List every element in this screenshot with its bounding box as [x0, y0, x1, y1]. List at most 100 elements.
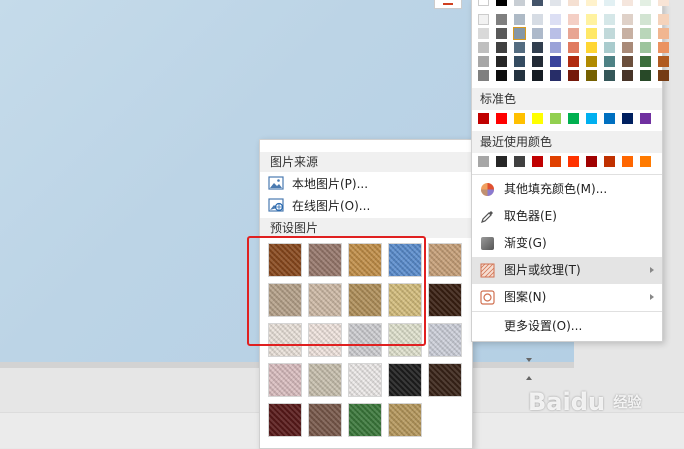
theme-color-swatch[interactable] [478, 56, 489, 67]
theme-color-swatch[interactable] [658, 0, 669, 6]
texture-swatch[interactable] [348, 363, 382, 397]
theme-color-swatch[interactable] [532, 56, 543, 67]
theme-color-swatch[interactable] [622, 70, 633, 81]
theme-color-swatch[interactable] [532, 0, 543, 6]
theme-color-swatch[interactable] [514, 42, 525, 53]
theme-color-swatch[interactable] [622, 56, 633, 67]
theme-color-swatch[interactable] [514, 0, 525, 6]
toolbar-icon-fragment[interactable] [434, 0, 462, 9]
recent-color-swatch[interactable] [496, 156, 507, 167]
recent-color-swatch[interactable] [586, 156, 597, 167]
standard-color-swatch[interactable] [622, 113, 633, 124]
theme-color-swatch[interactable] [532, 70, 543, 81]
theme-color-swatch[interactable] [550, 56, 561, 67]
standard-color-swatch[interactable] [604, 113, 615, 124]
theme-color-swatch[interactable] [550, 14, 561, 25]
theme-color-swatch[interactable] [568, 0, 579, 6]
recent-color-swatch[interactable] [532, 156, 543, 167]
theme-color-swatch[interactable] [586, 56, 597, 67]
theme-color-swatch[interactable] [658, 70, 669, 81]
theme-color-swatch[interactable] [532, 28, 543, 39]
recent-color-swatch[interactable] [568, 156, 579, 167]
texture-swatch[interactable] [348, 403, 382, 437]
theme-color-swatch[interactable] [622, 28, 633, 39]
theme-color-swatch[interactable] [622, 14, 633, 25]
theme-color-swatch[interactable] [496, 14, 507, 25]
standard-color-swatch[interactable] [640, 113, 651, 124]
theme-color-swatch[interactable] [478, 0, 489, 6]
theme-color-swatch[interactable] [658, 56, 669, 67]
theme-color-swatch[interactable] [514, 14, 525, 25]
theme-color-swatch[interactable] [586, 0, 597, 6]
theme-color-swatch[interactable] [658, 14, 669, 25]
theme-color-swatch[interactable] [496, 0, 507, 6]
recent-color-swatch[interactable] [604, 156, 615, 167]
local-picture-item[interactable]: 本地图片(P)... [260, 173, 472, 195]
theme-color-swatch[interactable] [568, 42, 579, 53]
standard-color-swatch[interactable] [586, 113, 597, 124]
theme-color-swatch[interactable] [478, 70, 489, 81]
standard-color-swatch[interactable] [496, 113, 507, 124]
theme-color-swatch[interactable] [478, 14, 489, 25]
theme-color-swatch[interactable] [604, 14, 615, 25]
recent-color-swatch[interactable] [478, 156, 489, 167]
theme-color-swatch[interactable] [658, 28, 669, 39]
theme-color-swatch[interactable] [532, 14, 543, 25]
theme-color-swatch[interactable] [622, 0, 633, 6]
picture-or-texture-item[interactable]: 图片或纹理(T) [472, 257, 662, 284]
theme-color-swatch[interactable] [550, 28, 561, 39]
standard-color-swatch[interactable] [550, 113, 561, 124]
theme-color-swatch[interactable] [496, 56, 507, 67]
standard-color-swatch[interactable] [568, 113, 579, 124]
theme-color-swatch[interactable] [514, 70, 525, 81]
theme-color-swatch[interactable] [604, 0, 615, 6]
recent-color-swatch[interactable] [550, 156, 561, 167]
theme-color-swatch[interactable] [496, 28, 507, 39]
texture-swatch[interactable] [428, 363, 462, 397]
texture-swatch[interactable] [308, 403, 342, 437]
theme-color-swatch[interactable] [550, 70, 561, 81]
standard-color-swatch[interactable] [478, 113, 489, 124]
theme-color-swatch[interactable] [640, 70, 651, 81]
theme-color-swatch[interactable] [640, 28, 651, 39]
theme-color-swatch[interactable] [568, 28, 579, 39]
texture-swatch[interactable] [308, 363, 342, 397]
pattern-item[interactable]: 图案(N) [472, 284, 662, 311]
scroll-down-arrow-icon[interactable] [526, 358, 532, 362]
more-fill-colors-item[interactable]: 其他填充颜色(M)... [472, 176, 662, 203]
theme-color-swatch[interactable] [550, 42, 561, 53]
recent-color-swatch[interactable] [640, 156, 651, 167]
theme-color-swatch[interactable] [568, 70, 579, 81]
theme-color-swatch[interactable] [604, 28, 615, 39]
theme-color-swatch[interactable] [586, 42, 597, 53]
theme-color-swatch[interactable] [478, 28, 489, 39]
texture-swatch[interactable] [268, 363, 302, 397]
eyedropper-item[interactable]: 取色器(E) [472, 203, 662, 230]
theme-color-swatch[interactable] [478, 42, 489, 53]
texture-swatch[interactable] [428, 283, 462, 317]
theme-color-swatch[interactable] [513, 27, 526, 40]
theme-color-swatch[interactable] [640, 14, 651, 25]
theme-color-swatch[interactable] [568, 14, 579, 25]
standard-color-swatch[interactable] [514, 113, 525, 124]
more-settings-item[interactable]: 更多设置(O)... [472, 313, 662, 340]
theme-color-swatch[interactable] [658, 42, 669, 53]
theme-color-swatch[interactable] [640, 0, 651, 6]
theme-color-swatch[interactable] [604, 42, 615, 53]
theme-color-swatch[interactable] [568, 56, 579, 67]
theme-color-swatch[interactable] [604, 70, 615, 81]
texture-swatch[interactable] [388, 363, 422, 397]
theme-color-swatch[interactable] [586, 28, 597, 39]
theme-color-swatch[interactable] [604, 56, 615, 67]
theme-color-swatch[interactable] [496, 70, 507, 81]
theme-color-swatch[interactable] [622, 42, 633, 53]
theme-color-swatch[interactable] [514, 56, 525, 67]
texture-swatch[interactable] [428, 323, 462, 357]
texture-swatch[interactable] [268, 403, 302, 437]
recent-color-swatch[interactable] [622, 156, 633, 167]
standard-color-swatch[interactable] [532, 113, 543, 124]
texture-swatch[interactable] [388, 403, 422, 437]
theme-color-swatch[interactable] [532, 42, 543, 53]
gradient-item[interactable]: 渐变(G) [472, 230, 662, 257]
theme-color-swatch[interactable] [640, 56, 651, 67]
